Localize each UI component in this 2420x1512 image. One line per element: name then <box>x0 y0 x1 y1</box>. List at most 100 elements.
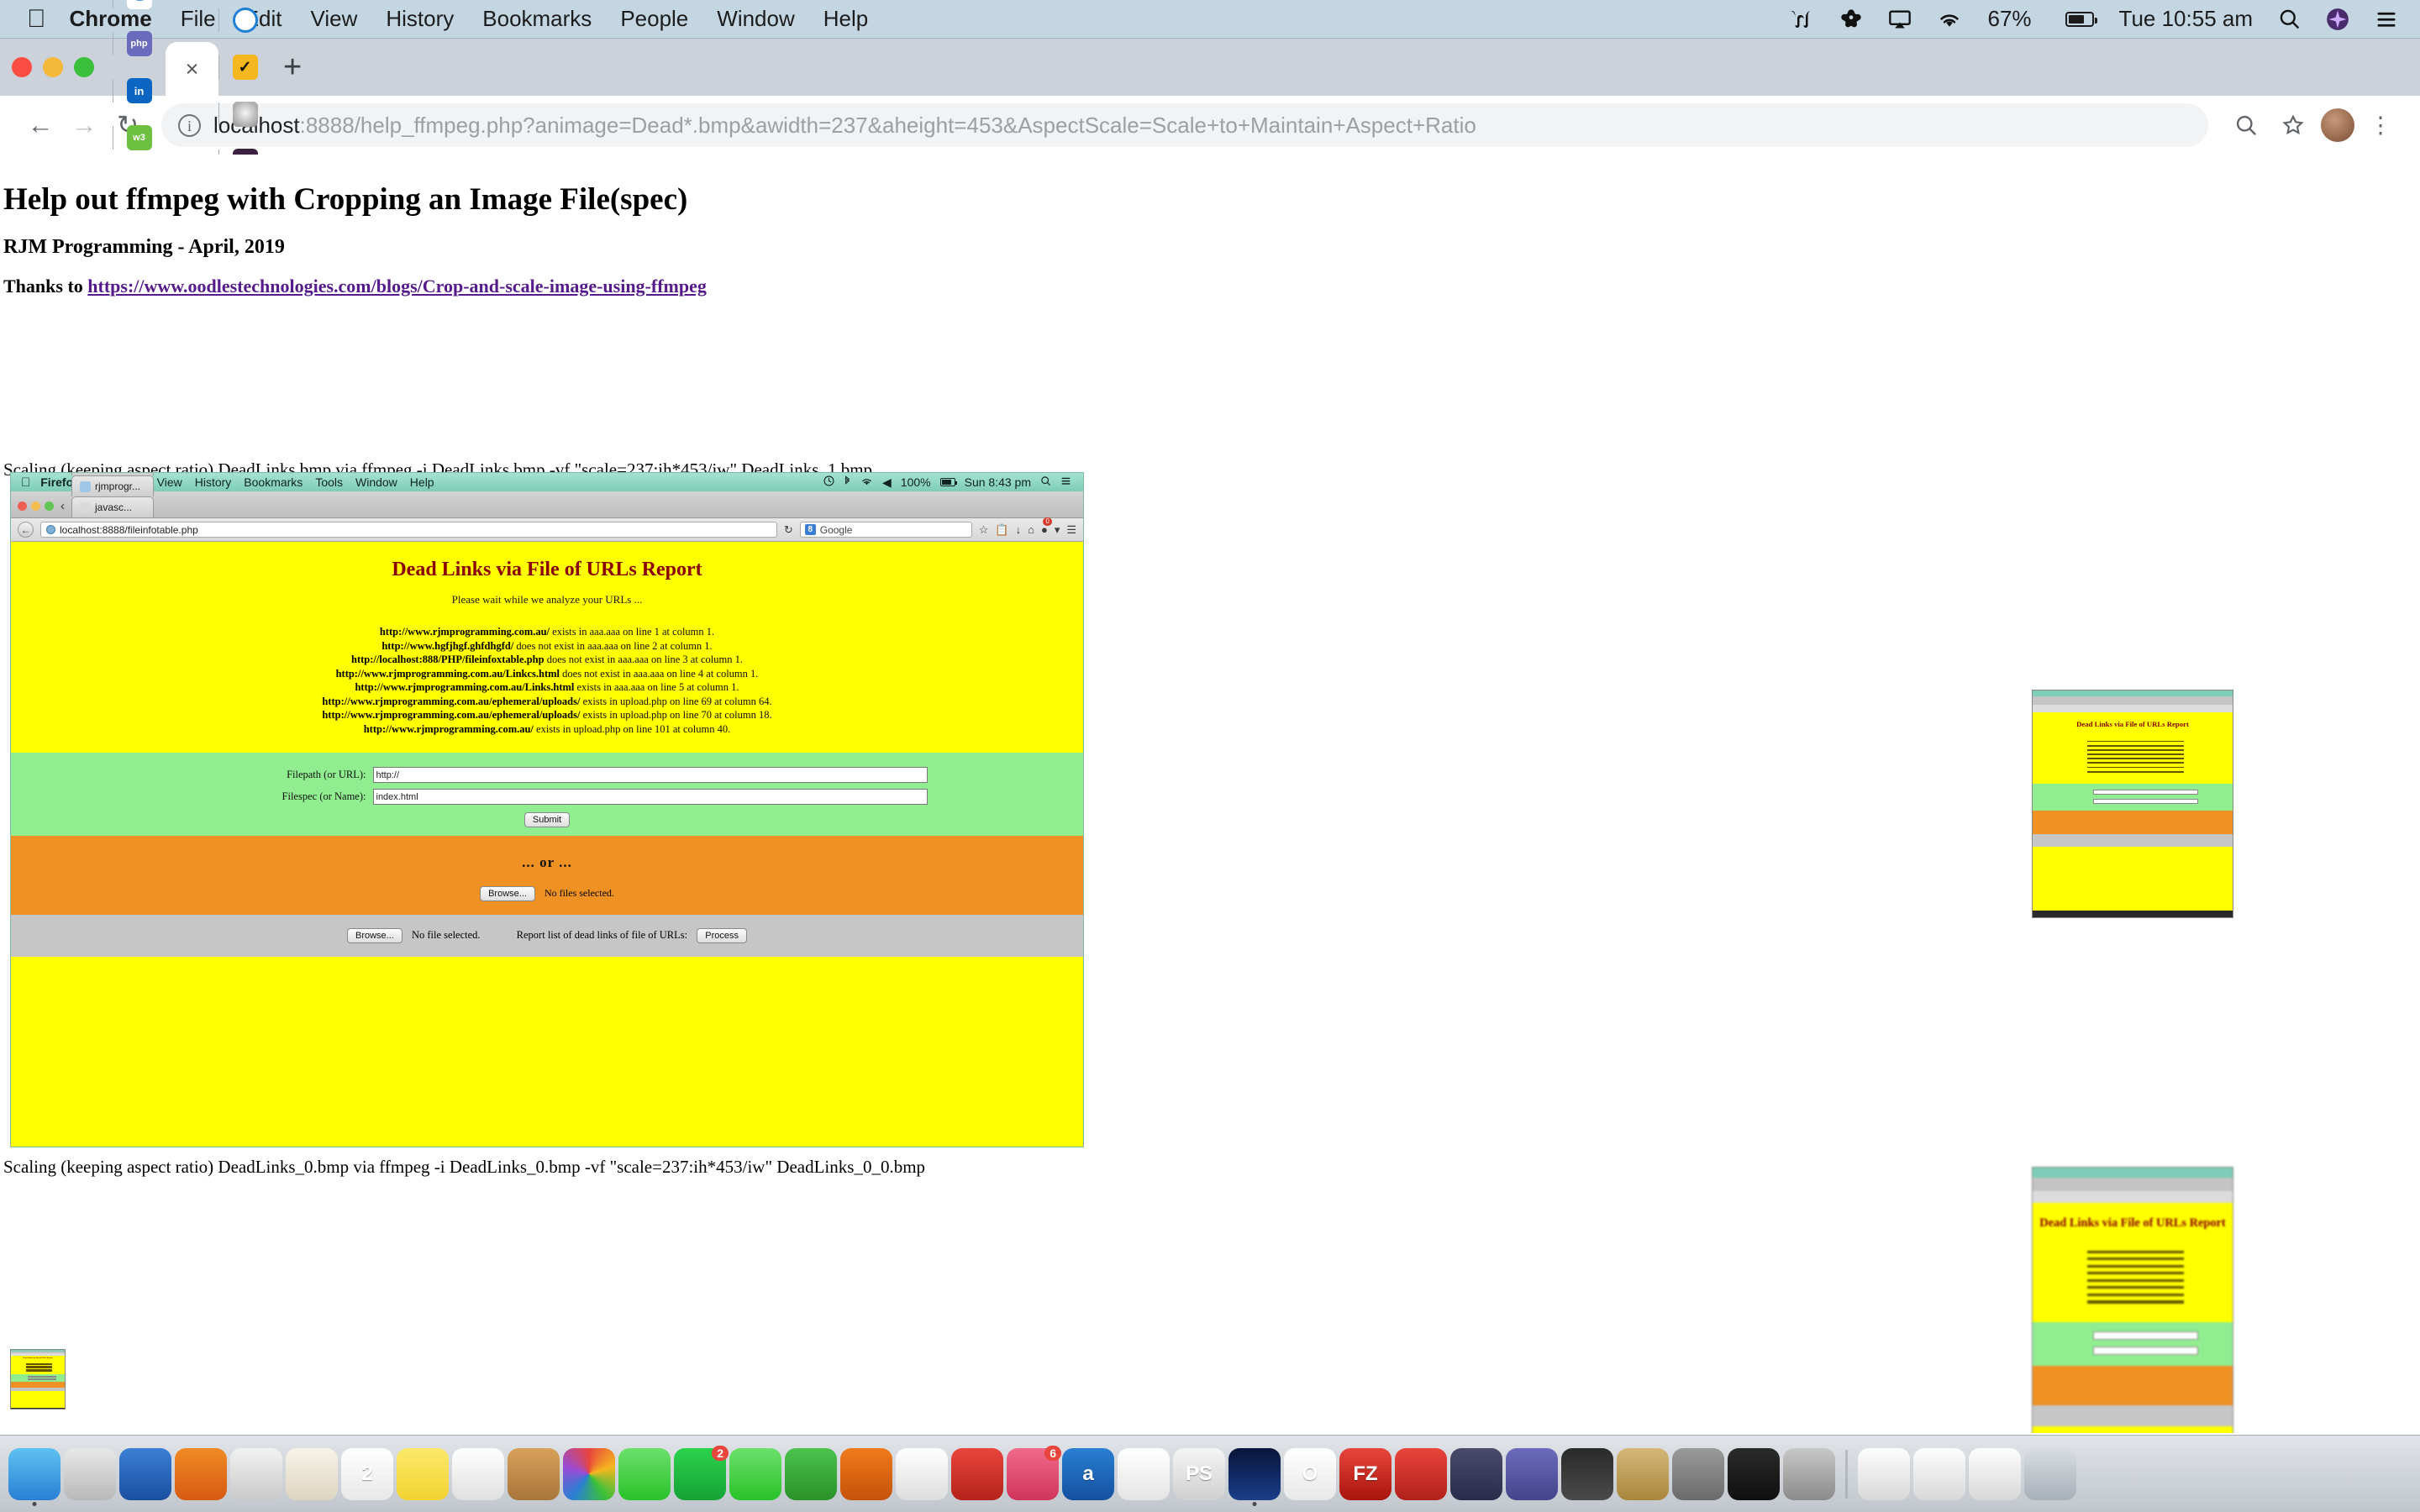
tab-tick-2[interactable]: ✓ <box>218 44 271 91</box>
url-result-row: http://www.rjmprogramming.com.au/ exists… <box>11 625 1083 639</box>
submit-button: Submit <box>523 812 571 827</box>
notification-center-icon[interactable] <box>2375 8 2398 31</box>
ff-tab-label: javasc... <box>95 501 133 513</box>
filepath-row: Filepath (or URL): <box>11 767 1083 783</box>
firefox-screenshot-tab-bar: ‹ http...TMEDead Lin...PHP 5 Fil...PHP: … <box>11 473 1083 518</box>
apple-icon[interactable]:  <box>27 6 46 32</box>
dock-safari[interactable] <box>64 1447 116 1500</box>
dock-recent-doc-1[interactable] <box>1858 1447 1910 1500</box>
dock-finder[interactable] <box>8 1447 60 1506</box>
wifi-icon[interactable] <box>1937 9 1962 29</box>
dock-mamp[interactable] <box>1506 1447 1558 1500</box>
back-arrow-icon[interactable]: ← <box>18 103 62 147</box>
dock-launchpad[interactable] <box>1783 1447 1835 1500</box>
dock-amazon[interactable]: a <box>1062 1447 1114 1500</box>
report-label: Report list of dead links of file of URL… <box>516 929 688 941</box>
dock-trash[interactable] <box>2024 1447 2076 1500</box>
dock-opera[interactable]: O <box>1284 1447 1336 1500</box>
siri-icon[interactable] <box>2326 8 2349 31</box>
menu-item-bookmarks[interactable]: Bookmarks <box>482 6 592 32</box>
dock-chrome[interactable] <box>1228 1447 1281 1506</box>
tab-linkedin[interactable]: in <box>113 67 166 114</box>
thumbnail-band <box>2033 784 2233 811</box>
thumbnail-band <box>2033 1425 2233 1433</box>
thumbnail-url-line <box>2086 1257 2184 1261</box>
dock-firefox[interactable] <box>175 1447 227 1500</box>
chrome-menu-icon[interactable]: ⋮ <box>2360 104 2402 146</box>
dock-preview[interactable] <box>230 1447 282 1500</box>
menu-item-people[interactable]: People <box>620 6 688 32</box>
dock-calendar[interactable]: 2 <box>341 1447 393 1500</box>
address-bar[interactable]: i localhost:8888/help_ffmpeg.php?animage… <box>161 103 2208 147</box>
dock-itunes[interactable] <box>951 1447 1003 1500</box>
airplay-icon[interactable] <box>1888 8 1912 31</box>
menu-item-file[interactable]: File <box>181 6 216 32</box>
tab-php[interactable]: php <box>113 20 166 67</box>
dock-pencil[interactable] <box>1561 1447 1613 1500</box>
minimize-window-button[interactable] <box>43 57 63 77</box>
time-machine-icon <box>823 475 834 489</box>
close-window-button[interactable] <box>12 57 32 77</box>
dock-photos[interactable] <box>563 1447 615 1500</box>
credit-link[interactable]: https://www.oodlestechnologies.com/blogs… <box>87 276 707 297</box>
thumbnail-title: Dead Links via File of URLs Report <box>23 1357 53 1360</box>
dock-item-label: a <box>1082 1462 1094 1485</box>
close-icon[interactable]: × <box>186 56 199 82</box>
url-result-link: http://www.rjmprogramming.com.au/Links.h… <box>355 681 575 693</box>
dock-php[interactable] <box>1450 1447 1502 1500</box>
dock-youtube[interactable] <box>896 1447 948 1500</box>
ff-minimize-window-button <box>31 501 40 511</box>
dock-terminal[interactable] <box>1672 1447 1724 1500</box>
dock-tools[interactable] <box>1617 1447 1669 1500</box>
thumbnail-url-line <box>2086 762 2184 764</box>
extension-icon[interactable] <box>1839 8 1863 31</box>
tab-active-help-ffmpeg[interactable]: × <box>166 42 218 96</box>
dock-textedit[interactable] <box>286 1447 338 1500</box>
tab-firefox-2[interactable] <box>218 91 271 138</box>
dock-settings[interactable] <box>1728 1447 1780 1500</box>
site-info-icon[interactable]: i <box>178 113 201 137</box>
battery-percent: 67% <box>1987 6 2032 31</box>
dock-messages[interactable] <box>618 1447 671 1500</box>
thumbnail-url-line <box>2086 1272 2184 1275</box>
dock-reminders[interactable] <box>452 1447 504 1500</box>
tab-google-2[interactable]: G <box>113 0 166 20</box>
dock-recent-doc-3[interactable] <box>1969 1447 2021 1500</box>
battery-icon[interactable] <box>2057 11 2097 27</box>
dock-recent-doc-2[interactable] <box>1913 1447 1965 1500</box>
malwarebytes-icon[interactable] <box>1789 7 1814 32</box>
dock-facetime[interactable] <box>729 1447 781 1500</box>
dock-owl[interactable] <box>1395 1447 1447 1500</box>
tab-opera-2[interactable]: O <box>218 0 271 44</box>
profile-avatar[interactable] <box>2321 108 2354 142</box>
dock-appstore[interactable]: 6 <box>1007 1445 1061 1500</box>
thanks-line: Thanks to https://www.oodlestechnologies… <box>3 276 707 297</box>
dock-filezilla[interactable]: FZ <box>1339 1447 1392 1500</box>
menu-item-view[interactable]: View <box>310 6 357 32</box>
dock-photoshop[interactable]: PS <box>1173 1447 1225 1500</box>
url-result-status: does not exist in aaa.aaa on line 4 at c… <box>560 667 759 680</box>
thumbnail-deadlinks-small: Dead Links via File of URLs Report <box>10 1349 66 1410</box>
dock-firefox-2[interactable] <box>1118 1447 1170 1500</box>
star-bookmark-icon[interactable] <box>2272 104 2314 146</box>
ff-address-field: localhost:8888/fileinfotable.php <box>40 522 777 538</box>
search-magnifier-icon[interactable] <box>2225 104 2267 146</box>
thumbnail-deadlinks-1: Dead Links via File of URLs Report <box>2032 690 2233 918</box>
dock-notes[interactable] <box>397 1447 449 1500</box>
new-tab-button[interactable]: + <box>283 50 302 86</box>
dock-whatsapp[interactable]: 2 <box>674 1445 729 1500</box>
menu-item-help[interactable]: Help <box>823 6 868 32</box>
menu-item-window[interactable]: Window <box>717 6 794 32</box>
spotlight-search-icon[interactable] <box>2278 8 2301 30</box>
maximize-window-button[interactable] <box>74 57 94 77</box>
dock-numbers[interactable] <box>785 1447 837 1500</box>
process-button: Process <box>697 928 747 943</box>
dock-xcode[interactable] <box>119 1447 171 1500</box>
globe-icon <box>46 525 55 534</box>
menu-item-history[interactable]: History <box>386 6 454 32</box>
url-result-row: http://www.hgfjhgf.ghfdhgfd/ does not ex… <box>11 639 1083 654</box>
menu-bar-clock[interactable]: Tue 10:55 am <box>2119 6 2253 32</box>
dock-contacts[interactable] <box>508 1447 560 1500</box>
forward-arrow-icon[interactable]: → <box>62 103 106 147</box>
dock-pages[interactable] <box>840 1447 892 1500</box>
